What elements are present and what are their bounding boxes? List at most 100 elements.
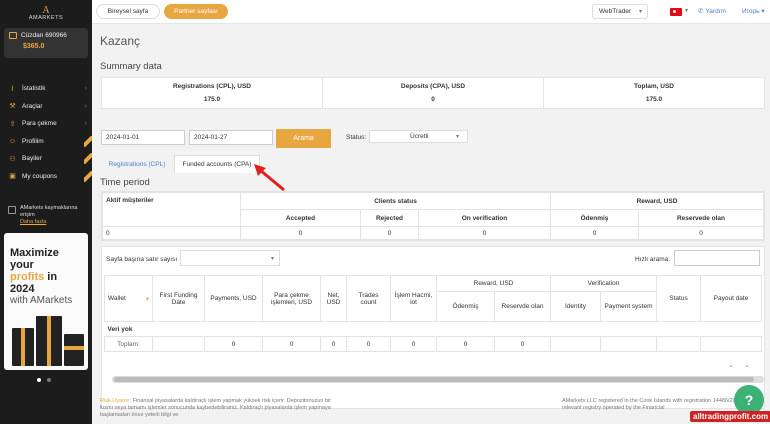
col-wallet[interactable]: Wallet ▾ <box>104 275 153 322</box>
sort-icon: ▾ <box>145 295 149 303</box>
header-active-clients: Aktif müşteriler <box>102 192 241 227</box>
page-title: Kazanç <box>100 34 141 48</box>
sidebar-item-profile[interactable]: ☺ Profilim <box>0 133 92 151</box>
sidebar-item-label: İstatistik <box>22 85 46 93</box>
summary-header: Registrations (CPL), USD <box>172 83 251 90</box>
col-paid[interactable]: Ödenmiş <box>436 291 495 322</box>
col-first-funding[interactable]: First Funding Date <box>152 275 205 322</box>
carousel-dot[interactable] <box>37 378 41 382</box>
wallet-icon <box>9 32 17 39</box>
turkey-flag-icon[interactable] <box>670 8 682 16</box>
logo[interactable]: A AMARKETS <box>0 0 92 26</box>
col-trades[interactable]: Trades count <box>346 275 391 322</box>
logo-mark: A <box>42 4 50 16</box>
date-from-input[interactable]: 2024-01-01 <box>101 130 185 145</box>
total-cell <box>550 336 601 352</box>
total-reserved: 0 <box>494 336 551 352</box>
time-period-title: Time period <box>100 177 150 188</box>
warning-link[interactable]: Daha fazla <box>20 219 84 225</box>
sidebar-item-statistics[interactable]: ⌇ İstatistik › <box>0 80 92 98</box>
summary-col-cpl: Registrations (CPL), USD 175.0 <box>102 78 323 108</box>
search-button[interactable]: Arama <box>276 129 331 148</box>
horizontal-scrollbar[interactable] <box>112 376 764 383</box>
pencil-icon <box>84 135 92 147</box>
tools-icon: ⚒ <box>9 103 16 111</box>
col-payments[interactable]: Payments, USD <box>204 275 263 322</box>
risk-label: Risk Uyarısı: <box>100 398 132 404</box>
col-volume[interactable]: İşlem Hacmi, lot <box>390 275 437 322</box>
col-reward: Reward, USD <box>436 275 551 292</box>
chevron-down-icon: ▾ <box>455 134 459 140</box>
banner-line-3: with AMarkets <box>10 295 73 306</box>
total-cell <box>700 336 762 352</box>
total-withdrawals: 0 <box>262 336 321 352</box>
user-name: Игорь <box>742 8 760 15</box>
header-accepted: Accepted <box>240 209 361 227</box>
sidebar-item-label: Para çekme <box>22 120 57 128</box>
chevron-right-icon: › <box>84 85 87 93</box>
sidebar-item-tools[interactable]: ⚒ Araçlar › <box>0 98 92 116</box>
quick-search-label: Hızlı arama: <box>635 256 671 263</box>
wallet-card[interactable]: Cüzdan 690966 $365.0 <box>4 28 88 58</box>
value-on-verification: 0 <box>418 226 551 240</box>
chevron-down-icon: ▾ <box>761 8 765 15</box>
help-link[interactable]: ✆ Yardım <box>698 7 726 16</box>
status-select[interactable]: Ücretli ▾ <box>369 130 468 143</box>
summary-value: 0 <box>431 96 435 103</box>
chevron-right-icon: › <box>84 102 87 110</box>
scrollbar-thumb[interactable] <box>114 377 754 382</box>
chevron-down-icon[interactable]: ⌄ <box>744 361 750 369</box>
col-payment-system[interactable]: Payment system <box>600 291 657 322</box>
chevron-right-icon: › <box>84 120 87 128</box>
sidebar-nav: ⌇ İstatistik › ⚒ Araçlar › ⇪ Para çekme … <box>0 80 92 185</box>
header-on-verification: On verification <box>418 209 551 227</box>
tab-funded-accounts-cpa[interactable]: Funded accounts (CPA) <box>174 155 260 173</box>
tab-partner-page[interactable]: Partner sayfası <box>164 4 228 19</box>
webtrader-label: WebTrader <box>599 8 632 15</box>
tab-individual-page[interactable]: Bireysel sayfa <box>96 4 160 19</box>
header-clients-status: Clients status <box>240 192 551 210</box>
summary-header: Deposits (CPA), USD <box>400 83 466 90</box>
risk-text: Finansal piyasalarda kaldıraçlı işlem ya… <box>100 398 332 418</box>
summary-title: Summary data <box>100 61 162 72</box>
summary-value: 175.0 <box>203 96 221 103</box>
phone-icon: ✆ <box>698 8 704 15</box>
wallet-balance: $365.0 <box>23 43 45 50</box>
chevron-down-icon[interactable]: ▾ <box>685 7 688 14</box>
total-net: 0 <box>320 336 347 352</box>
risk-warning: Risk Uyarısı: Finansal piyasalarda kaldı… <box>100 398 340 419</box>
tab-registrations-cpl[interactable]: Registrations (CPL) <box>102 155 172 173</box>
carousel-dot[interactable] <box>47 378 51 382</box>
sidebar-item-label: Bayiler <box>22 155 42 163</box>
col-identity[interactable]: Identity <box>550 291 601 322</box>
period-table: Aktif müşteriler Clients status Reward, … <box>101 191 765 241</box>
value-accepted: 0 <box>240 226 361 240</box>
webtrader-dropdown[interactable]: WebTrader ▾ <box>592 4 648 19</box>
col-reserved[interactable]: Reservde olan <box>494 291 551 322</box>
col-verification: Verification <box>550 275 657 292</box>
col-status[interactable]: Status <box>656 275 701 322</box>
summary-col-cpa: Deposits (CPA), USD 0 <box>323 78 544 108</box>
rows-per-page-select[interactable]: ▾ <box>180 250 280 266</box>
help-question-icon: ? <box>744 392 754 408</box>
quick-search-input[interactable] <box>674 250 760 266</box>
sidebar-item-withdraw[interactable]: ⇪ Para çekme › <box>0 115 92 133</box>
sidebar-item-coupons[interactable]: ▣ My coupons <box>0 168 92 186</box>
sidebar-item-label: Profilim <box>22 137 44 145</box>
value-paid: 0 <box>550 226 639 240</box>
user-menu[interactable]: Игорь ▾ <box>742 7 765 15</box>
sidebar-item-dealers[interactable]: ⚇ Bayiler <box>0 150 92 168</box>
col-withdrawals[interactable]: Para çekme işlemleri, USD <box>262 275 321 322</box>
col-net[interactable]: Net, USD <box>320 275 347 322</box>
totals-row: Toplam: 0 0 0 0 0 0 0 <box>104 336 762 352</box>
carousel-dots[interactable] <box>37 378 51 382</box>
date-to-input[interactable]: 2024-01-27 <box>189 130 273 145</box>
total-cell <box>656 336 701 352</box>
accounts-table: Wallet ▾ First Funding Date Payments, US… <box>104 275 762 352</box>
header-reward: Reward, USD <box>550 192 764 210</box>
total-volume: 0 <box>390 336 437 352</box>
header-paid: Ödenmiş <box>550 209 639 227</box>
promo-banner[interactable]: Maximize your profits in 2024 with AMark… <box>4 233 88 370</box>
col-payout[interactable]: Payout date <box>700 275 762 322</box>
chevron-down-icon[interactable]: ⌄ <box>728 361 734 369</box>
